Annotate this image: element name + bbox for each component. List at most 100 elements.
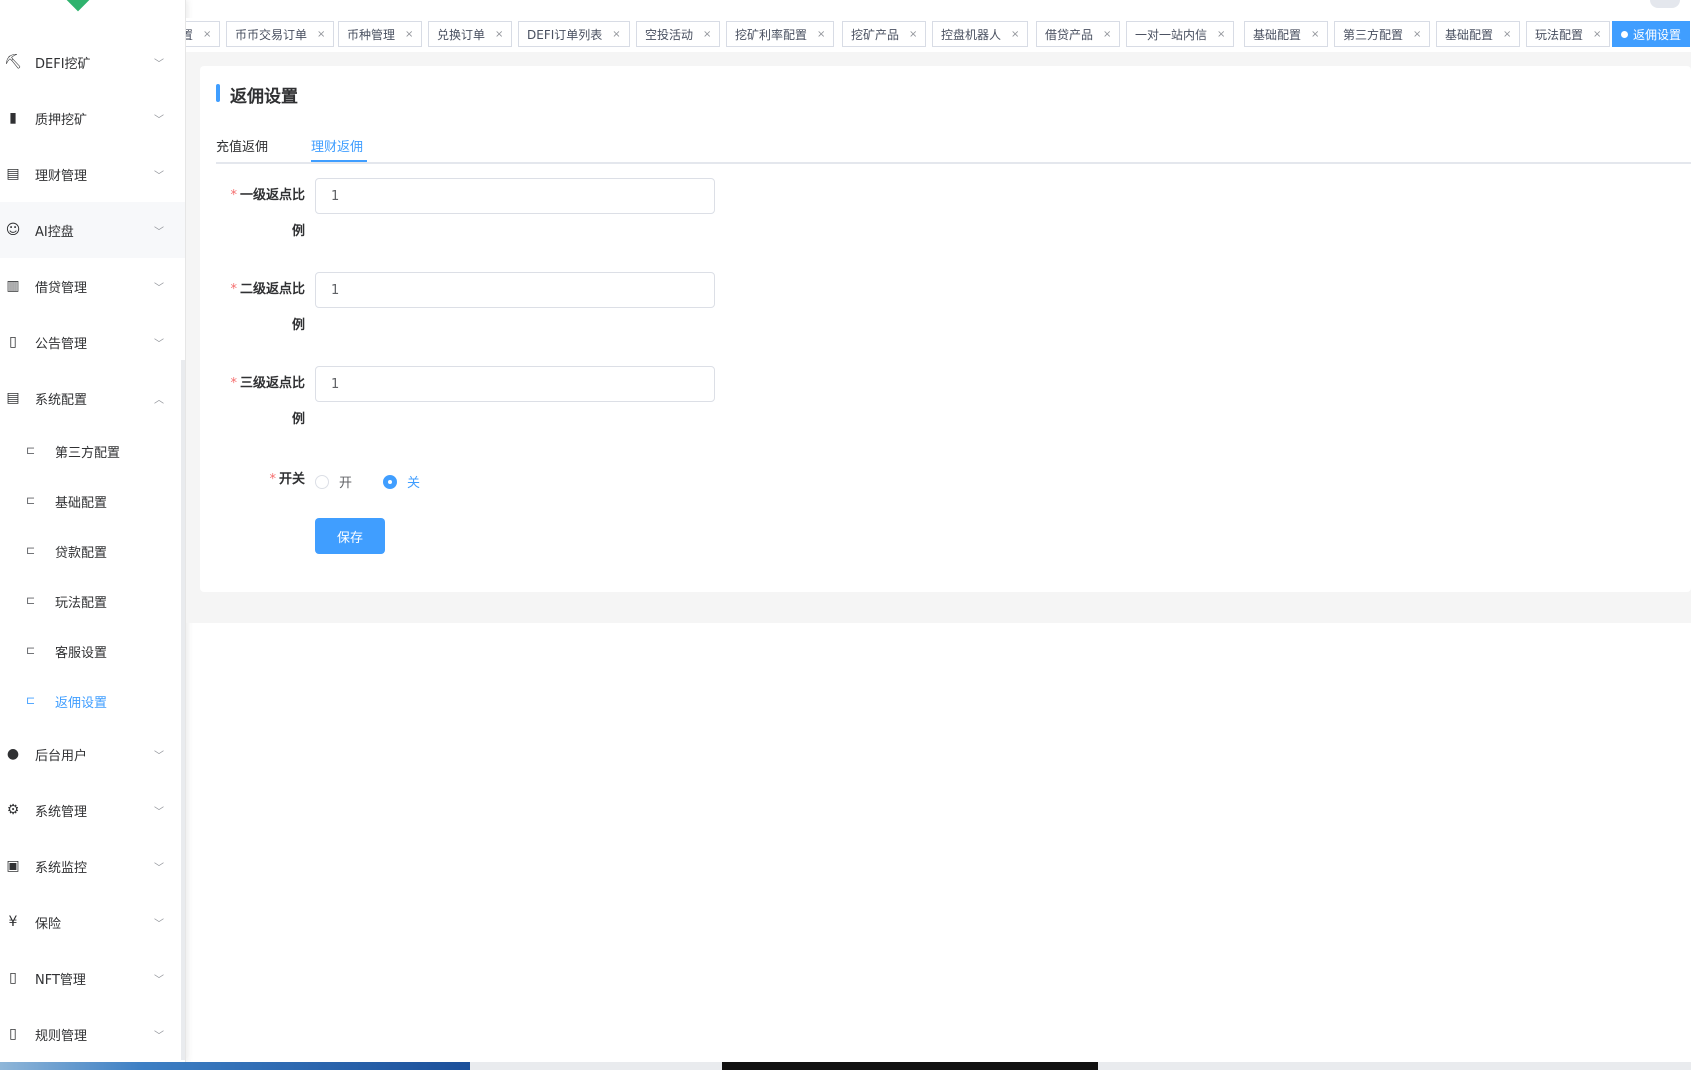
tag-item[interactable]: 挖矿产品 × bbox=[842, 21, 927, 47]
tree-icon: ⊏ bbox=[26, 494, 36, 507]
tag-item[interactable]: 控盘机器人 × bbox=[932, 21, 1029, 47]
sidebar-subitem-label: 客服设置 bbox=[55, 645, 108, 661]
sidebar-subitem-customer-service[interactable]: ⊏ 客服设置 bbox=[0, 626, 185, 676]
tag-label: 一对一站内信 bbox=[1135, 27, 1208, 42]
tag-item[interactable]: DEFI订单列表 × bbox=[518, 21, 630, 47]
tag-item[interactable]: 玩法配置 × bbox=[1526, 21, 1611, 47]
tag-label: 币种管理 bbox=[347, 27, 396, 42]
tag-item-active[interactable]: 返佣设置 bbox=[1612, 21, 1691, 47]
tag-label: 基础配置 bbox=[1445, 27, 1494, 42]
tag-label: 返佣设置 bbox=[1633, 27, 1682, 42]
radio-label: 开 bbox=[339, 476, 353, 491]
tab-active-indicator bbox=[311, 160, 367, 162]
tag-item[interactable]: 兑换订单 × bbox=[428, 21, 513, 47]
close-icon[interactable]: × bbox=[612, 29, 620, 40]
tag-label: 基础配置 bbox=[1253, 27, 1302, 42]
tag-item[interactable]: 第三方配置 × bbox=[1334, 21, 1431, 47]
sidebar-item-finance[interactable]: ▤ 理财管理 ﹀ bbox=[0, 146, 185, 202]
level2-rebate-label: * 二级返点比 bbox=[215, 272, 305, 308]
close-icon[interactable]: × bbox=[1011, 29, 1019, 40]
tag-label: 第三方配置 bbox=[1343, 27, 1404, 42]
sidebar-item-loan[interactable]: ▥ 借贷管理 ﹀ bbox=[0, 258, 185, 314]
level2-rebate-label-wrap: 例 bbox=[291, 318, 305, 333]
level1-rebate-input[interactable] bbox=[315, 178, 715, 214]
tag-item[interactable]: 借贷产品 × bbox=[1036, 21, 1121, 47]
sidebar-item-label: 系统配置 bbox=[35, 392, 88, 408]
sidebar-scrollbar[interactable] bbox=[181, 360, 185, 1060]
close-icon[interactable]: × bbox=[1103, 29, 1111, 40]
rebate-tabs: 充值返佣 理财返佣 bbox=[216, 130, 1691, 164]
tree-icon: ⊏ bbox=[26, 644, 36, 657]
sidebar-subitem-label: 玩法配置 bbox=[55, 595, 108, 611]
tab-finance-rebate[interactable]: 理财返佣 bbox=[311, 136, 363, 155]
close-icon[interactable]: × bbox=[1311, 29, 1319, 40]
sidebar-item-nft[interactable]: ▯ NFT管理 ﹀ bbox=[0, 950, 185, 1006]
sidebar-item-insurance[interactable]: ¥ 保险 ﹀ bbox=[0, 894, 185, 950]
sidebar-item-label: 系统监控 bbox=[35, 860, 88, 876]
tag-item[interactable]: 挖矿利率配置 × bbox=[726, 21, 835, 47]
sidebar-item-label: 质押挖矿 bbox=[35, 112, 88, 128]
level2-rebate-input[interactable] bbox=[315, 272, 715, 308]
sidebar-subitem-basic[interactable]: ⊏ 基础配置 bbox=[0, 476, 185, 526]
close-icon[interactable]: × bbox=[203, 29, 211, 40]
sidebar-item-label: 理财管理 bbox=[35, 168, 88, 184]
sidebar-item-label: NFT管理 bbox=[35, 972, 86, 988]
sidebar-item-system-config[interactable]: ▤ 系统配置 ︿ bbox=[0, 370, 185, 426]
title-accent-bar bbox=[216, 84, 220, 102]
sidebar-item-system-management[interactable]: ⚙ 系统管理 ﹀ bbox=[0, 782, 185, 838]
close-icon[interactable]: × bbox=[317, 29, 325, 40]
tag-item[interactable]: 一对一站内信 × bbox=[1126, 21, 1235, 47]
required-mark: * bbox=[269, 472, 276, 487]
wallet-icon: ▥ bbox=[6, 278, 20, 294]
close-icon[interactable]: × bbox=[1413, 29, 1421, 40]
save-button[interactable]: 保存 bbox=[315, 518, 385, 554]
tag-item[interactable]: 置 × bbox=[186, 21, 221, 47]
tree-icon: ⊏ bbox=[26, 594, 36, 607]
tag-label: 控盘机器人 bbox=[941, 27, 1002, 42]
sidebar-item-rules[interactable]: ▯ 规则管理 ﹀ bbox=[0, 1006, 185, 1062]
tag-label: 兑换订单 bbox=[437, 27, 486, 42]
document-icon: ▤ bbox=[6, 390, 20, 406]
chevron-down-icon: ﹀ bbox=[154, 338, 164, 350]
tag-label: 置 bbox=[186, 27, 194, 42]
label-text: 一级返点比 bbox=[239, 188, 305, 203]
tab-recharge-rebate[interactable]: 充值返佣 bbox=[216, 136, 268, 155]
switch-off-radio[interactable]: 关 bbox=[383, 472, 420, 491]
sidebar-item-announcement[interactable]: ▯ 公告管理 ﹀ bbox=[0, 314, 185, 370]
tag-item[interactable]: 基础配置 × bbox=[1244, 21, 1329, 47]
sidebar-item-system-monitor[interactable]: ▣ 系统监控 ﹀ bbox=[0, 838, 185, 894]
tag-item[interactable]: 币币交易订单 × bbox=[226, 21, 335, 47]
close-icon[interactable]: × bbox=[817, 29, 825, 40]
close-icon[interactable]: × bbox=[495, 29, 503, 40]
tag-label: 借贷产品 bbox=[1045, 27, 1094, 42]
avatar[interactable] bbox=[1650, 0, 1680, 8]
sidebar-item-ai-control[interactable]: ☺ AI控盘 ﹀ bbox=[0, 202, 185, 258]
sidebar-item-staking-mining[interactable]: ▮ 质押挖矿 ﹀ bbox=[0, 90, 185, 146]
close-icon[interactable]: × bbox=[703, 29, 711, 40]
sidebar-item-label: 规则管理 bbox=[35, 1028, 88, 1044]
close-icon[interactable]: × bbox=[1593, 29, 1601, 40]
close-icon[interactable]: × bbox=[1217, 29, 1225, 40]
tag-label: 挖矿产品 bbox=[851, 27, 900, 42]
close-icon[interactable]: × bbox=[405, 29, 413, 40]
sidebar-subitem-rebate[interactable]: ⊏ 返佣设置 bbox=[0, 676, 185, 726]
sidebar-subitem-gameplay[interactable]: ⊏ 玩法配置 bbox=[0, 576, 185, 626]
chevron-down-icon: ﹀ bbox=[154, 1030, 164, 1042]
tag-item[interactable]: 币种管理 × bbox=[338, 21, 423, 47]
sidebar-subitem-loan-config[interactable]: ⊏ 贷款配置 bbox=[0, 526, 185, 576]
tag-item[interactable]: 基础配置 × bbox=[1436, 21, 1521, 47]
level3-rebate-label: * 三级返点比 bbox=[215, 366, 305, 402]
sidebar-item-defi-mining[interactable]: ⛏ DEFI挖矿 ﹀ bbox=[0, 34, 185, 90]
chevron-up-icon: ︿ bbox=[154, 394, 164, 406]
close-icon[interactable]: × bbox=[1503, 29, 1511, 40]
chevron-down-icon: ﹀ bbox=[154, 918, 164, 930]
sidebar-subitem-third-party[interactable]: ⊏ 第三方配置 bbox=[0, 426, 185, 476]
close-icon[interactable]: × bbox=[909, 29, 917, 40]
sidebar-item-admin-users[interactable]: ● 后台用户 ﹀ bbox=[0, 726, 185, 782]
tag-item[interactable]: 空投活动 × bbox=[636, 21, 721, 47]
level3-rebate-input[interactable] bbox=[315, 366, 715, 402]
chevron-down-icon: ﹀ bbox=[154, 170, 164, 182]
level1-rebate-label-wrap: 例 bbox=[291, 224, 305, 239]
level3-rebate-label-wrap: 例 bbox=[291, 412, 305, 427]
switch-on-radio[interactable]: 开 bbox=[315, 472, 352, 491]
